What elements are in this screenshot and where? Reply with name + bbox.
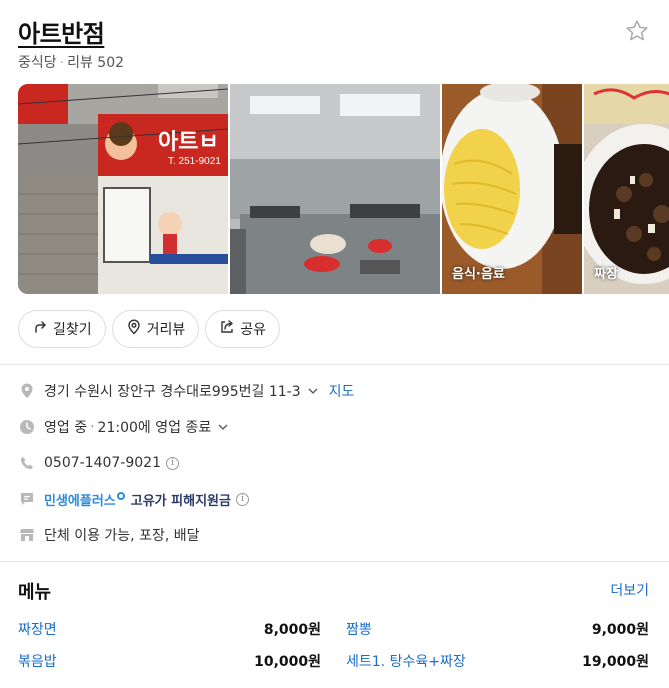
bookmark-star-icon[interactable]: [624, 18, 650, 44]
store-icon: [18, 526, 36, 544]
menu-header: 메뉴 더보기: [18, 578, 649, 604]
place-header: 아트반점 중식당 · 리뷰 502: [18, 14, 658, 74]
share-label: 공유: [240, 322, 267, 338]
phone-icon: [18, 454, 36, 472]
promo-brand[interactable]: 민생에플러스: [44, 490, 116, 509]
menu-item-price: 10,000원: [254, 654, 321, 670]
phone-number[interactable]: 0507-1407-9021: [44, 455, 161, 471]
place-subtitle: 중식당 · 리뷰 502: [18, 52, 124, 72]
phone-row: 0507-1407-9021 i: [18, 451, 179, 475]
separator-dot: ·: [59, 55, 65, 71]
street-view-label: 거리뷰: [146, 322, 186, 338]
directions-button[interactable]: 길찾기: [18, 310, 106, 348]
photo-kitchen[interactable]: [230, 84, 440, 294]
share-button[interactable]: 공유: [205, 310, 281, 348]
menu-item-name[interactable]: 세트1. 탕수육+짜장: [346, 651, 466, 671]
menu-item-price: 8,000원: [263, 622, 321, 638]
location-pin-icon: [18, 382, 36, 400]
photo-jjajang[interactable]: 짜장: [584, 84, 669, 294]
menu-item[interactable]: 세트1. 탕수육+짜장 19,000원: [346, 651, 649, 673]
services-text: 단체 이용 가능, 포장, 배달: [44, 528, 200, 544]
sign-name-text: 아트ㅂ: [158, 129, 219, 154]
place-title[interactable]: 아트반점: [18, 14, 658, 49]
menu-item-name[interactable]: 짬뽕: [346, 619, 372, 639]
photo-label-jjajang: 짜장: [594, 267, 618, 282]
map-link[interactable]: 지도: [329, 381, 355, 401]
menu-item[interactable]: 짬뽕 9,000원: [346, 619, 649, 641]
photo-gallery[interactable]: 아트ㅂ T. 251-9021 음식·음료 짜장: [18, 84, 669, 294]
share-icon: [219, 319, 235, 339]
section-divider: [0, 364, 669, 365]
review-count[interactable]: 리뷰 502: [67, 55, 124, 71]
photo-storefront[interactable]: 아트ㅂ T. 251-9021: [18, 84, 228, 294]
promo-plus-icon: [116, 492, 125, 500]
phone-info-icon[interactable]: i: [166, 456, 179, 470]
action-bar: 길찾기 거리뷰 공유: [18, 310, 281, 348]
menu-item-name[interactable]: 짜장면: [18, 619, 57, 639]
chevron-down-icon[interactable]: [307, 385, 319, 397]
street-view-button[interactable]: 거리뷰: [111, 310, 200, 348]
hours-row: 영업 중 · 21:00에 영업 종료: [18, 415, 229, 439]
hours-separator: ·: [90, 419, 95, 435]
promo-row: 민생에플러스 고유가 피해지원금 i: [18, 487, 249, 511]
directions-arrow-icon: [32, 319, 48, 339]
menu-item-price: 19,000원: [582, 654, 649, 670]
menu-title: 메뉴: [18, 582, 52, 603]
photo-label-food-drinks: 음식·음료: [452, 267, 505, 282]
message-icon: [18, 490, 36, 508]
address-row: 경기 수원시 장안구 경수대로995번길 11-3 지도: [18, 379, 354, 403]
directions-label: 길찾기: [53, 322, 92, 338]
promo-text[interactable]: 고유가 피해지원금: [131, 490, 231, 509]
map-pin-icon: [126, 319, 142, 339]
services-row: 단체 이용 가능, 포장, 배달: [18, 523, 200, 547]
menu-divider: [0, 561, 669, 562]
menu-item-price: 9,000원: [591, 622, 649, 638]
menu-item[interactable]: 볶음밥 10,000원: [18, 651, 321, 673]
sign-phone-text: T. 251-9021: [168, 156, 221, 167]
menu-item[interactable]: 짜장면 8,000원: [18, 619, 321, 641]
hours-chevron-down-icon[interactable]: [217, 421, 229, 433]
photo-food-drinks[interactable]: 음식·음료: [442, 84, 582, 294]
open-status: 영업 중: [44, 420, 88, 436]
clock-icon: [18, 418, 36, 436]
promo-info-icon[interactable]: i: [235, 492, 249, 506]
category-label: 중식당: [18, 55, 57, 71]
address-text[interactable]: 경기 수원시 장안구 경수대로995번길 11-3: [44, 381, 301, 401]
closing-time[interactable]: 21:00에 영업 종료: [98, 417, 212, 437]
menu-item-name[interactable]: 볶음밥: [18, 651, 57, 671]
menu-more-link[interactable]: 더보기: [610, 580, 649, 600]
